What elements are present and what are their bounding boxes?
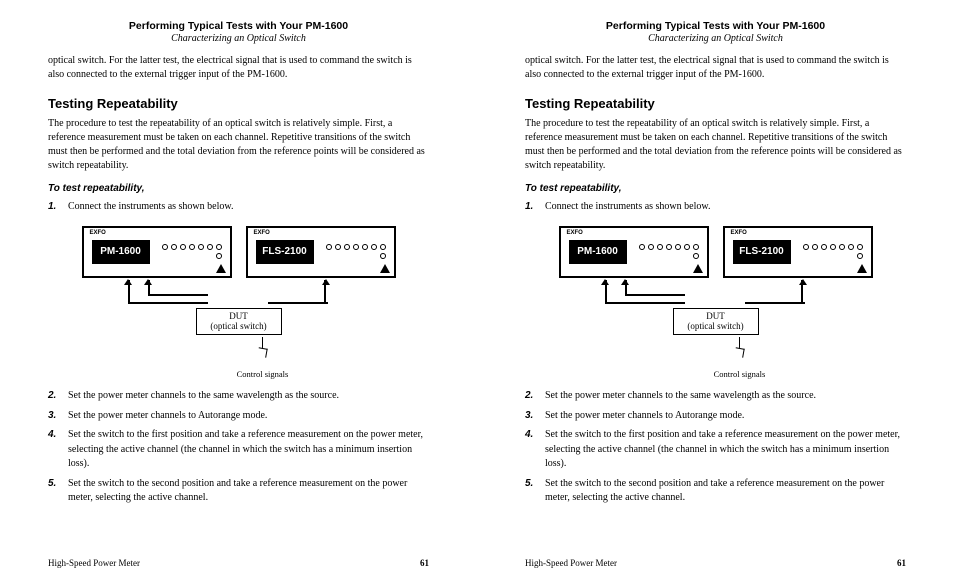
page-header: Performing Typical Tests with Your PM-16…	[48, 20, 429, 44]
step-4: 4.Set the switch to the first position a…	[48, 428, 429, 472]
warning-icon	[380, 264, 390, 273]
section-heading: Testing Repeatability	[48, 96, 429, 111]
step-text: Set the power meter channels to the same…	[545, 389, 816, 404]
dut-title: DUT	[674, 311, 758, 322]
warning-icon	[216, 264, 226, 273]
step-3: 3. Set the power meter channels to Autora…	[48, 409, 429, 424]
footer-left: High-Speed Power Meter	[48, 558, 140, 568]
dut-subtitle: (optical switch)	[197, 321, 281, 332]
control-label: Control signals	[583, 369, 897, 379]
device-fls2100: EXFO FLS-2100	[246, 226, 396, 278]
brand-label: EXFO	[90, 230, 106, 236]
device-pm1600: EXFO PM-1600	[559, 226, 709, 278]
step-num: 3.	[48, 409, 62, 424]
warning-icon	[693, 264, 703, 273]
step-text: Set the switch to the first position and…	[68, 428, 429, 472]
device-fls2100: EXFO FLS-2100	[723, 226, 873, 278]
header-subtitle: Characterizing an Optical Switch	[525, 33, 906, 44]
step-text: Set the switch to the second position an…	[68, 477, 429, 506]
device-display: FLS-2100	[733, 240, 791, 264]
step-text: Connect the instruments as shown below.	[545, 200, 710, 215]
dut-title: DUT	[197, 311, 281, 322]
step-text: Set the switch to the first position and…	[545, 428, 906, 472]
step-text: Set the power meter channels to Autorang…	[545, 409, 744, 424]
step-1: 1. Connect the instruments as shown below…	[525, 200, 906, 215]
warning-icon	[857, 264, 867, 273]
device-controls	[791, 242, 867, 261]
dut-subtitle: (optical switch)	[674, 321, 758, 332]
page-left: Performing Typical Tests with Your PM-16…	[0, 0, 477, 580]
step-num: 5.	[525, 477, 539, 506]
step-5: 5.Set the switch to the second position …	[48, 477, 429, 506]
control-label: Control signals	[106, 369, 420, 379]
step-num: 2.	[48, 389, 62, 404]
step-2: 2. Set the power meter channels to the sa…	[525, 389, 906, 404]
step-num: 4.	[525, 428, 539, 472]
page-number: 61	[420, 558, 429, 568]
step-4: 4.Set the switch to the first position a…	[525, 428, 906, 472]
connection-diagram: EXFO PM-1600 EXFO FLS-2100	[82, 226, 396, 380]
step-num: 1.	[48, 200, 62, 215]
device-controls	[314, 242, 390, 261]
step-text: Set the switch to the second position an…	[545, 477, 906, 506]
lead-paragraph: optical switch. For the latter test, the…	[525, 54, 906, 82]
page-right: Performing Typical Tests with Your PM-16…	[477, 0, 954, 580]
device-controls	[150, 242, 226, 261]
step-num: 2.	[525, 389, 539, 404]
device-controls	[627, 242, 703, 261]
page-footer: High-Speed Power Meter 61	[48, 552, 429, 568]
step-num: 3.	[525, 409, 539, 424]
dut-box: DUT (optical switch)	[196, 308, 282, 336]
control-wire	[262, 337, 263, 351]
header-title: Performing Typical Tests with Your PM-16…	[525, 20, 906, 32]
device-display: PM-1600	[569, 240, 627, 264]
brand-label: EXFO	[731, 230, 747, 236]
footer-left: High-Speed Power Meter	[525, 558, 617, 568]
dut-box: DUT (optical switch)	[673, 308, 759, 336]
device-display: FLS-2100	[256, 240, 314, 264]
wiring	[559, 280, 873, 308]
step-1: 1. Connect the instruments as shown below…	[48, 200, 429, 215]
step-3: 3. Set the power meter channels to Autora…	[525, 409, 906, 424]
procedure-label: To test repeatability,	[48, 183, 429, 194]
brand-label: EXFO	[254, 230, 270, 236]
page-header: Performing Typical Tests with Your PM-16…	[525, 20, 906, 44]
page-number: 61	[897, 558, 906, 568]
device-display: PM-1600	[92, 240, 150, 264]
step-num: 5.	[48, 477, 62, 506]
step-5: 5.Set the switch to the second position …	[525, 477, 906, 506]
step-2: 2. Set the power meter channels to the sa…	[48, 389, 429, 404]
procedure-label: To test repeatability,	[525, 183, 906, 194]
connection-diagram: EXFO PM-1600 EXFO FLS-2100	[559, 226, 873, 380]
control-wire	[739, 337, 740, 351]
intro-paragraph: The procedure to test the repeatability …	[525, 117, 906, 173]
wiring	[82, 280, 396, 308]
device-pm1600: EXFO PM-1600	[82, 226, 232, 278]
header-title: Performing Typical Tests with Your PM-16…	[48, 20, 429, 32]
section-heading: Testing Repeatability	[525, 96, 906, 111]
step-text: Set the power meter channels to the same…	[68, 389, 339, 404]
brand-label: EXFO	[567, 230, 583, 236]
step-text: Connect the instruments as shown below.	[68, 200, 233, 215]
step-text: Set the power meter channels to Autorang…	[68, 409, 267, 424]
header-subtitle: Characterizing an Optical Switch	[48, 33, 429, 44]
intro-paragraph: The procedure to test the repeatability …	[48, 117, 429, 173]
step-num: 1.	[525, 200, 539, 215]
lead-paragraph: optical switch. For the latter test, the…	[48, 54, 429, 82]
page-footer: High-Speed Power Meter 61	[525, 552, 906, 568]
step-num: 4.	[48, 428, 62, 472]
